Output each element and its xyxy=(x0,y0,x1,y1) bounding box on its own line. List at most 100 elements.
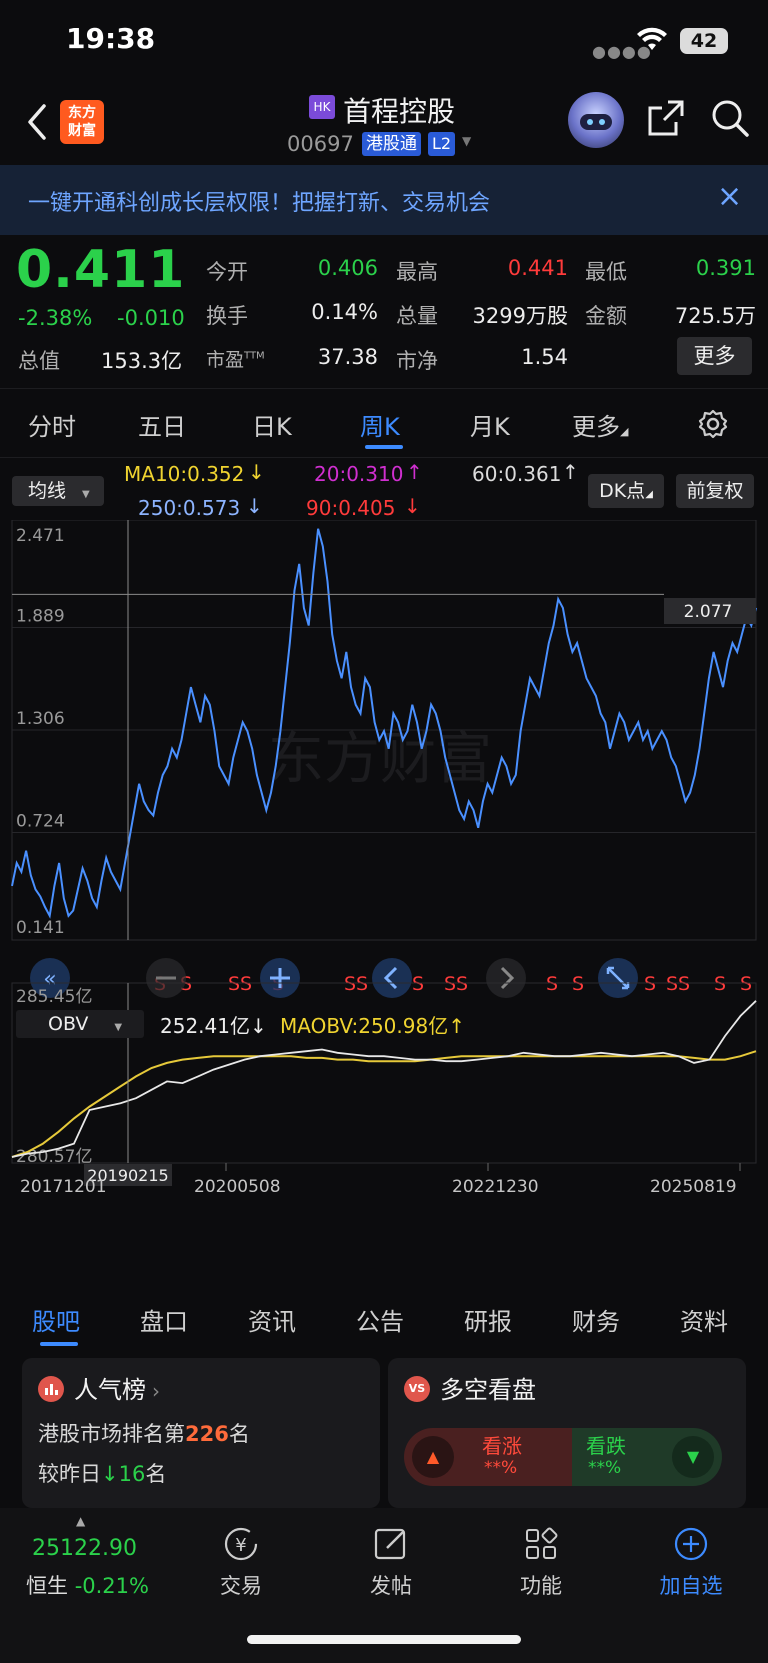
scroll-right-button[interactable] xyxy=(486,958,526,998)
caret-down-icon: ▼ xyxy=(114,1022,123,1033)
amount-value: 725.5万 xyxy=(674,304,756,328)
bullish-vote-button[interactable]: ▲ 看涨 **% xyxy=(404,1428,572,1486)
sub-indicator-select[interactable]: OBV ▼ xyxy=(16,1010,144,1038)
bear-label: 看跌 xyxy=(586,1434,626,1458)
plus-circle-icon xyxy=(674,1527,708,1561)
change-percent: -2.38% xyxy=(18,306,93,330)
market-cap-value: 153.3亿 xyxy=(101,349,183,373)
wifi-icon xyxy=(637,27,667,50)
caret-down-icon: ▼ xyxy=(82,489,90,500)
chevron-right-icon: › xyxy=(152,1379,160,1403)
yen-coin-icon: ¥ xyxy=(224,1527,258,1561)
edit-icon xyxy=(374,1528,406,1560)
caret-icon: ◢ xyxy=(645,489,653,500)
tab-research[interactable]: 研报 xyxy=(464,1302,512,1337)
caret-down-icon: ◢ xyxy=(620,425,629,438)
tab-news[interactable]: 资讯 xyxy=(248,1302,296,1337)
nav-functions[interactable]: 功能 xyxy=(491,1508,591,1618)
chevron-down-icon[interactable]: ▼ xyxy=(462,134,471,148)
crosshair-price: 2.077 xyxy=(684,602,733,622)
dk-point-button[interactable]: DK点◢ xyxy=(588,474,664,508)
stock-name: 首程控股 xyxy=(343,95,456,128)
index-value[interactable]: 25122.90 xyxy=(32,1536,137,1561)
price-adjust-button[interactable]: 前复权 xyxy=(676,474,754,508)
tab-monthly-k[interactable]: 月K xyxy=(470,407,510,442)
app-logo[interactable]: 东方 财富 xyxy=(60,100,104,144)
last-price: 0.411 xyxy=(16,240,186,300)
share-icon[interactable] xyxy=(646,98,686,138)
k-line-chart[interactable]: 东方财富 2.4711.8891.3060.7240.141 2.077 S SS… xyxy=(0,520,768,1240)
price-tick-label: 2.471 xyxy=(16,526,65,546)
section-tabs: 股吧 盘口 资讯 公告 研报 财务 资料 xyxy=(0,1286,768,1352)
signal-label: SS xyxy=(344,973,368,995)
maobv-value: MAOBV:250.98亿↑ xyxy=(280,1014,465,1038)
banner-text: 一键开通科创成长层权限！把握打新、交易机会 xyxy=(28,191,491,216)
signal-label: SS xyxy=(228,973,252,995)
price-tick-label: 0.141 xyxy=(16,918,65,938)
scroll-left-button[interactable] xyxy=(372,958,412,998)
down-vote-circle: ▼ xyxy=(672,1436,714,1478)
ma20-label: 20:0.310 xyxy=(314,462,404,486)
tab-more-periods[interactable]: 更多◢ xyxy=(572,407,628,442)
tab-weekly-k[interactable]: 周K xyxy=(360,407,400,442)
indicator-select[interactable]: 均线 ▼ xyxy=(12,476,104,506)
pb-label: 市净 xyxy=(396,349,438,373)
bull-percent: **% xyxy=(484,1458,518,1478)
close-icon[interactable]: × xyxy=(717,179,742,214)
crosshair-price-tag: 2.077 xyxy=(664,598,756,624)
market-rank: 港股市场排名第226名 xyxy=(38,1422,250,1446)
signal-label: S xyxy=(740,973,752,995)
index-summary[interactable]: 恒生 -0.21% xyxy=(26,1570,149,1600)
date-label: 20171201 xyxy=(20,1177,107,1197)
price-line xyxy=(11,528,757,919)
search-icon[interactable] xyxy=(710,98,750,138)
back-arrow-icon[interactable] xyxy=(22,102,52,142)
tab-profile[interactable]: 资料 xyxy=(680,1302,728,1337)
up-vote-circle: ▲ xyxy=(412,1436,454,1478)
arrow-up-icon: ↑ xyxy=(406,460,423,484)
nav-trade[interactable]: ¥ 交易 xyxy=(191,1508,291,1618)
date-axis: 20190215 20171201 20200508 20221230 2025… xyxy=(20,1164,737,1197)
bearish-vote-button[interactable]: 看跌 **% ▼ xyxy=(572,1428,722,1486)
status-bar: 19:38 ●●●● 42 xyxy=(0,0,768,80)
more-quote-button[interactable]: 更多 xyxy=(677,337,752,375)
nav-post[interactable]: 发帖 xyxy=(341,1508,441,1618)
arrow-down-icon: ↓ xyxy=(101,1462,119,1486)
bear-percent: **% xyxy=(588,1458,622,1478)
tab-forum[interactable]: 股吧 xyxy=(32,1302,80,1337)
signal-labels: SSSSSSSSSSSSSSSSS xyxy=(154,973,752,995)
obv-max-tick: 285.45亿 xyxy=(16,987,92,1007)
ai-assistant-icon[interactable] xyxy=(568,92,624,148)
arrow-up-icon: ↑ xyxy=(562,460,579,484)
ma10-label: MA10:0.352 xyxy=(124,462,245,486)
signal-label: SS xyxy=(666,973,690,995)
triangle-up-icon: ▲ xyxy=(426,1447,440,1466)
popularity-rank-card[interactable]: 人气榜 › 港股市场排名第226名 较昨日↓16名 xyxy=(22,1358,380,1508)
open-value: 0.406 xyxy=(317,256,378,280)
promo-banner[interactable]: 一键开通科创成长层权限！把握打新、交易机会 × xyxy=(0,165,768,235)
ma250-label: 250:0.573 xyxy=(138,496,241,520)
signal-label: S xyxy=(412,973,424,995)
grid-icon xyxy=(526,1527,558,1559)
signal-label: S xyxy=(546,973,558,995)
tab-financials[interactable]: 财务 xyxy=(572,1302,620,1337)
low-value: 0.391 xyxy=(695,256,756,280)
arrow-down-icon: ↓ xyxy=(249,1014,267,1038)
nav-add-watchlist[interactable]: 加自选 xyxy=(641,1508,741,1618)
price-tick-label: 1.889 xyxy=(16,607,65,627)
period-tabs: 分时 五日 日K 周K 月K 更多◢ xyxy=(0,388,768,458)
tab-intraday[interactable]: 分时 xyxy=(28,407,76,442)
svg-text:¥: ¥ xyxy=(235,1535,246,1556)
turnover-label: 换手 xyxy=(206,304,248,328)
gear-icon[interactable] xyxy=(698,409,728,439)
signal-label: S xyxy=(714,973,726,995)
tab-daily-k[interactable]: 日K xyxy=(252,407,292,442)
rank-change: 较昨日↓16名 xyxy=(38,1462,167,1486)
pe-value: 37.38 xyxy=(317,345,378,369)
tab-order-book[interactable]: 盘口 xyxy=(140,1302,188,1337)
stock-connect-badge: 港股通 xyxy=(362,132,421,156)
home-indicator xyxy=(247,1635,521,1644)
tab-five-day[interactable]: 五日 xyxy=(138,407,186,442)
high-value: 0.441 xyxy=(507,256,568,280)
tab-announcements[interactable]: 公告 xyxy=(356,1302,404,1337)
